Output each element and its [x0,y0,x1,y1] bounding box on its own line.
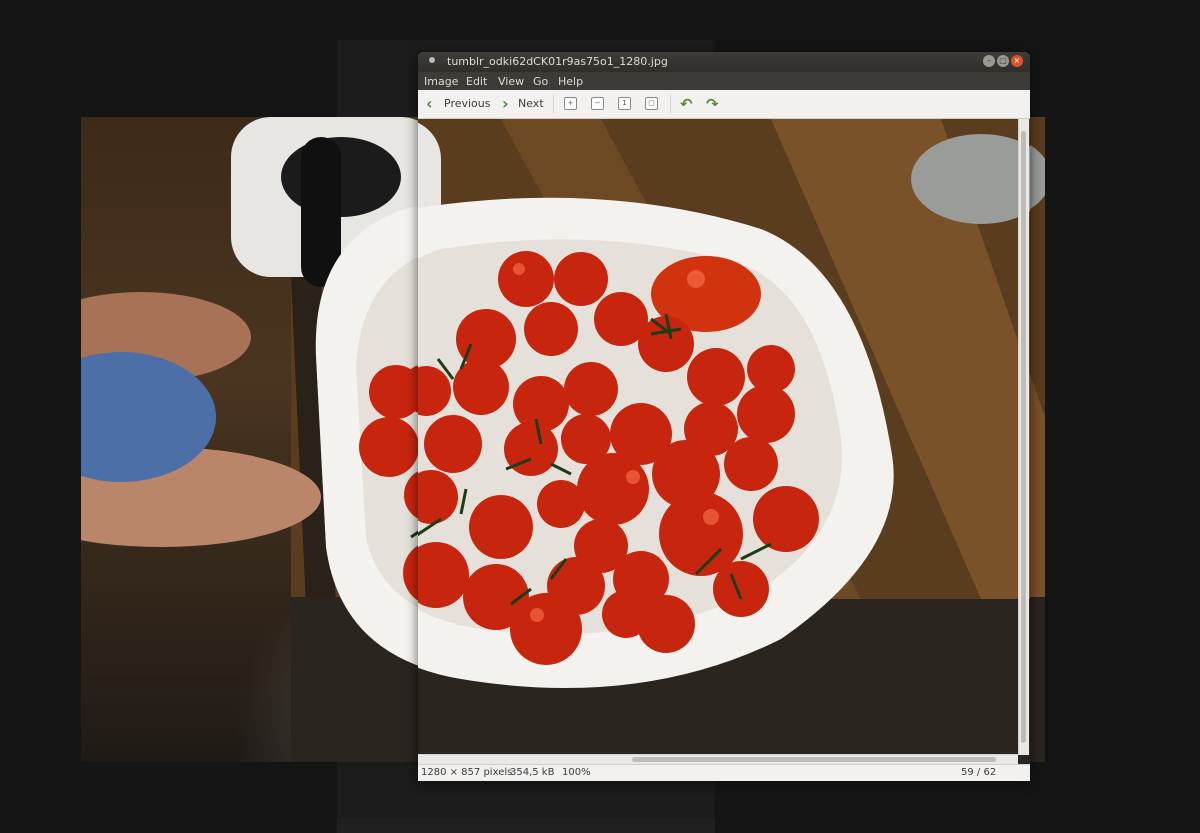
background-desktop-bottom [337,818,715,833]
menu-go[interactable]: Go [533,75,548,88]
vertical-scrollbar-thumb[interactable] [1021,131,1026,743]
status-bar: 1280 × 857 pixels 354,5 kB 100% 59 / 62 [418,764,1030,781]
zoom-fit-icon[interactable]: ▢ [645,97,658,110]
image-dimensions: 1280 × 857 pixels [421,767,513,778]
image-viewer-window: tumblr_odki62dCK01r9as75o1_1280.jpg – □ … [418,52,1030,781]
image-position: 59 / 62 [961,767,997,778]
toolbar: ‹ Previous › Next + − 1 ▢ ↶ ↷ [418,90,1030,119]
rotate-left-icon[interactable]: ↶ [680,96,693,112]
toolbar-separator [553,95,554,113]
next-button[interactable]: Next [518,96,544,112]
vertical-scrollbar[interactable] [1018,119,1029,755]
rotate-right-icon[interactable]: ↷ [706,96,719,112]
viewport-photo [418,119,1030,764]
chevron-left-icon[interactable]: ‹ [426,96,433,112]
previous-button[interactable]: Previous [444,96,491,112]
menu-view[interactable]: View [498,75,524,88]
toolbar-separator [670,95,671,113]
file-size: 354,5 kB [510,767,555,778]
zoom-level: 100% [562,767,591,778]
minimize-button[interactable]: – [983,55,995,67]
menu-image[interactable]: Image [424,75,458,88]
window-title: tumblr_odki62dCK01r9as75o1_1280.jpg [447,55,668,68]
title-bar[interactable]: tumblr_odki62dCK01r9as75o1_1280.jpg – □ … [418,52,1030,72]
chevron-right-icon[interactable]: › [502,96,509,112]
maximize-button[interactable]: □ [997,55,1009,67]
menu-help[interactable]: Help [558,75,583,88]
zoom-normal-icon[interactable]: 1 [618,97,631,110]
image-viewport[interactable] [418,119,1030,764]
app-icon [429,57,435,63]
zoom-in-icon[interactable]: + [564,97,577,110]
menu-bar: Image Edit View Go Help [418,72,1030,90]
horizontal-scrollbar-thumb[interactable] [632,757,996,762]
close-button[interactable]: × [1011,55,1023,67]
menu-edit[interactable]: Edit [466,75,487,88]
zoom-out-icon[interactable]: − [591,97,604,110]
